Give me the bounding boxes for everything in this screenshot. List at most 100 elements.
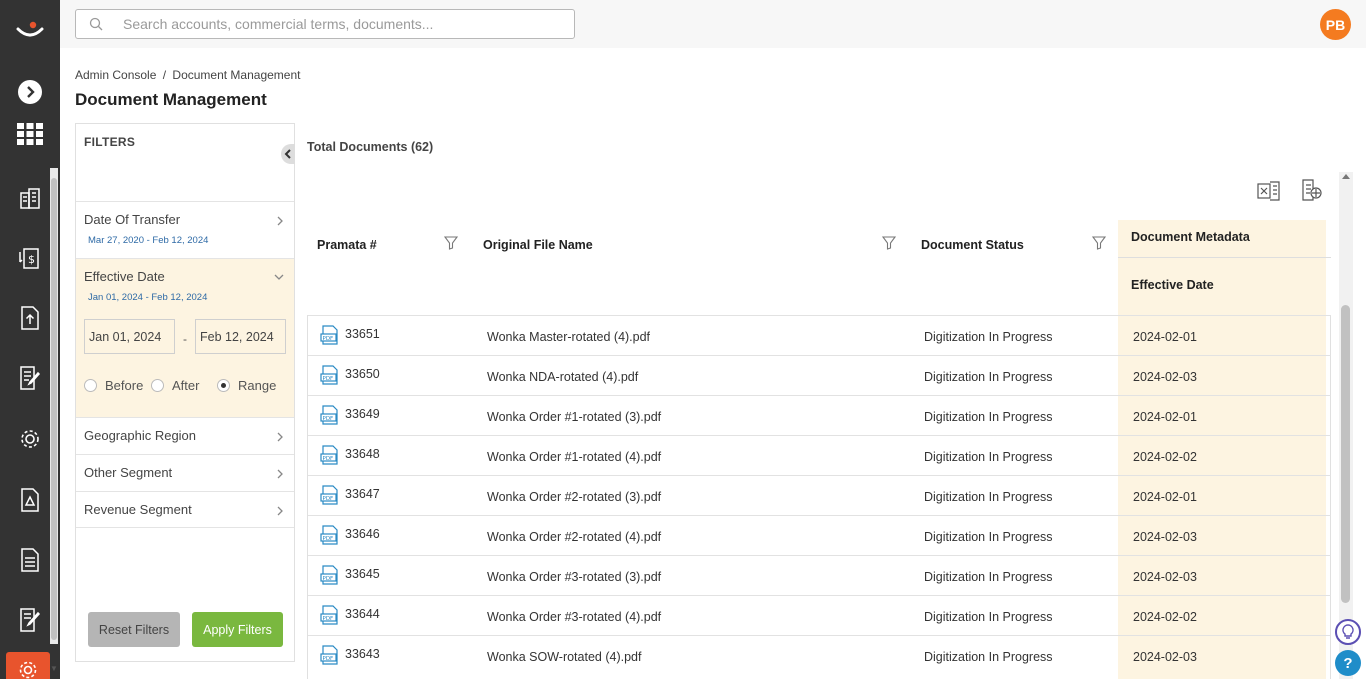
user-avatar[interactable]: PB [1320,9,1351,40]
lightbulb-icon[interactable] [1335,619,1361,645]
pdf-file-icon[interactable]: PDF [320,525,340,548]
filter-other-segment[interactable]: Other Segment [76,454,294,491]
effective-date-value: 2024-02-02 [1133,610,1197,624]
pramata-number[interactable]: 33646 [345,527,380,541]
radio-range[interactable]: Range [217,378,276,393]
table-row[interactable]: PDF 33648 Wonka Order #1-rotated (4).pdf Di… [308,435,1331,475]
file-name[interactable]: Wonka Master-rotated (4).pdf [487,330,650,344]
apply-filters-button[interactable]: Apply Filters [192,612,283,647]
pramata-number[interactable]: 33648 [345,447,380,461]
file-name[interactable]: Wonka Order #2-rotated (4).pdf [487,530,661,544]
pramata-number[interactable]: 33643 [345,647,380,661]
pdf-file-icon[interactable]: PDF [320,325,340,348]
radio-after[interactable]: After [151,378,199,393]
document-sign-icon[interactable] [14,604,46,636]
help-icon[interactable]: ? [1335,650,1361,676]
svg-text:PDF: PDF [323,536,334,542]
pramata-number[interactable]: 33651 [345,327,380,341]
document-upload-icon[interactable] [14,302,46,334]
file-name[interactable]: Wonka Order #3-rotated (4).pdf [487,610,661,624]
pdf-file-icon[interactable]: PDF [320,365,340,388]
pramata-number[interactable]: 33644 [345,607,380,621]
file-name[interactable]: Wonka Order #2-rotated (3).pdf [487,490,661,504]
table-row[interactable]: PDF 33644 Wonka Order #3-rotated (4).pdf Di… [308,595,1331,635]
document-status: Digitization In Progress [924,490,1053,504]
breadcrumb-separator: / [162,68,167,82]
document-alert-icon[interactable] [14,484,46,516]
excel-export-icon[interactable] [1257,179,1281,203]
document-status: Digitization In Progress [924,530,1053,544]
radio-before[interactable]: Before [84,378,143,393]
breadcrumb-root[interactable]: Admin Console [75,68,156,82]
pramata-number[interactable]: 33647 [345,487,380,501]
expand-arrow-icon[interactable] [14,76,46,108]
rail-scroll-down-icon[interactable]: ▼ [50,664,58,679]
svg-text:$: $ [28,253,35,266]
left-nav-rail: $ ▼ [0,0,60,679]
table-row[interactable]: PDF 33646 Wonka Order #2-rotated (4).pdf Di… [308,515,1331,555]
pdf-file-icon[interactable]: PDF [320,645,340,668]
pdf-file-icon[interactable]: PDF [320,605,340,628]
table-row[interactable]: PDF 33645 Wonka Order #3-rotated (3).pdf Di… [308,555,1331,595]
column-settings-icon[interactable] [1300,179,1324,203]
money-transfer-icon[interactable]: $ [14,242,46,274]
column-header-status[interactable]: Document Status [921,238,1024,252]
filter-effective-date[interactable]: Effective Date Jan 01, 2024 - Feb 12, 20… [76,258,294,417]
filter-revenue-segment[interactable]: Revenue Segment [76,491,294,528]
pramata-number[interactable]: 33650 [345,367,380,381]
table-row[interactable]: PDF 33651 Wonka Master-rotated (4).pdf Digi… [308,315,1331,355]
search-box[interactable] [75,9,575,39]
search-input[interactable] [123,14,563,34]
scrollbar-thumb[interactable] [1341,305,1350,603]
pdf-file-icon[interactable]: PDF [320,405,340,428]
pramata-number[interactable]: 33645 [345,567,380,581]
pramata-number[interactable]: 33649 [345,407,380,421]
table-scrollbar[interactable] [1339,172,1353,679]
scroll-up-icon[interactable] [1342,174,1350,179]
breadcrumb-current: Document Management [172,68,301,82]
document-list-icon[interactable] [14,544,46,576]
table-row[interactable]: PDF 33649 Wonka Order #1-rotated (3).pdf Di… [308,395,1331,435]
effective-date-from-field[interactable]: Jan 01, 2024 [84,319,175,354]
filter-label: Date Of Transfer [84,212,181,227]
document-edit-icon[interactable] [14,362,46,394]
settings-gear-icon[interactable] [14,423,46,455]
top-bar: PB [60,0,1366,48]
svg-text:PDF: PDF [323,336,334,342]
effective-date-value: 2024-02-01 [1133,410,1197,424]
file-name[interactable]: Wonka Order #1-rotated (3).pdf [487,410,661,424]
column-header-pramata[interactable]: Pramata # [317,238,377,252]
table-row[interactable]: PDF 33643 Wonka SOW-rotated (4).pdf Digitiz… [308,635,1331,675]
pdf-file-icon[interactable]: PDF [320,485,340,508]
collapse-filters-button[interactable] [281,144,295,164]
radio-dot-selected [217,379,230,392]
file-name[interactable]: Wonka NDA-rotated (4).pdf [487,370,638,384]
filter-funnel-icon[interactable] [444,236,458,250]
filter-date-of-transfer[interactable]: Date Of Transfer Mar 27, 2020 - Feb 12, … [76,201,294,258]
document-status: Digitization In Progress [924,650,1053,664]
table-row[interactable]: PDF 33647 Wonka Order #2-rotated (3).pdf Di… [308,475,1331,515]
buildings-icon[interactable] [14,182,46,214]
chevron-right-icon [277,506,283,516]
file-name[interactable]: Wonka Order #3-rotated (3).pdf [487,570,661,584]
svg-text:PDF: PDF [323,416,334,422]
column-header-file-name[interactable]: Original File Name [483,238,593,252]
file-name[interactable]: Wonka Order #1-rotated (4).pdf [487,450,661,464]
effective-date-value: 2024-02-03 [1133,370,1197,384]
column-header-effective-date[interactable]: Effective Date [1131,278,1214,292]
file-name[interactable]: Wonka SOW-rotated (4).pdf [487,650,641,664]
logo-icon[interactable] [0,0,60,60]
page-title: Document Management [75,90,267,109]
table-row[interactable]: PDF 33650 Wonka NDA-rotated (4).pdf Digitiz… [308,355,1331,395]
chevron-right-icon [277,432,283,442]
filter-funnel-icon[interactable] [882,236,896,250]
apps-grid-icon[interactable] [14,118,46,150]
admin-gear-icon[interactable] [6,652,50,679]
rail-scrollbar[interactable] [50,168,58,644]
filter-funnel-icon[interactable] [1092,236,1106,250]
pdf-file-icon[interactable]: PDF [320,565,340,588]
effective-date-to-field[interactable]: Feb 12, 2024 [195,319,286,354]
pdf-file-icon[interactable]: PDF [320,445,340,468]
reset-filters-button[interactable]: Reset Filters [88,612,180,647]
filter-geographic-region[interactable]: Geographic Region [76,417,294,454]
